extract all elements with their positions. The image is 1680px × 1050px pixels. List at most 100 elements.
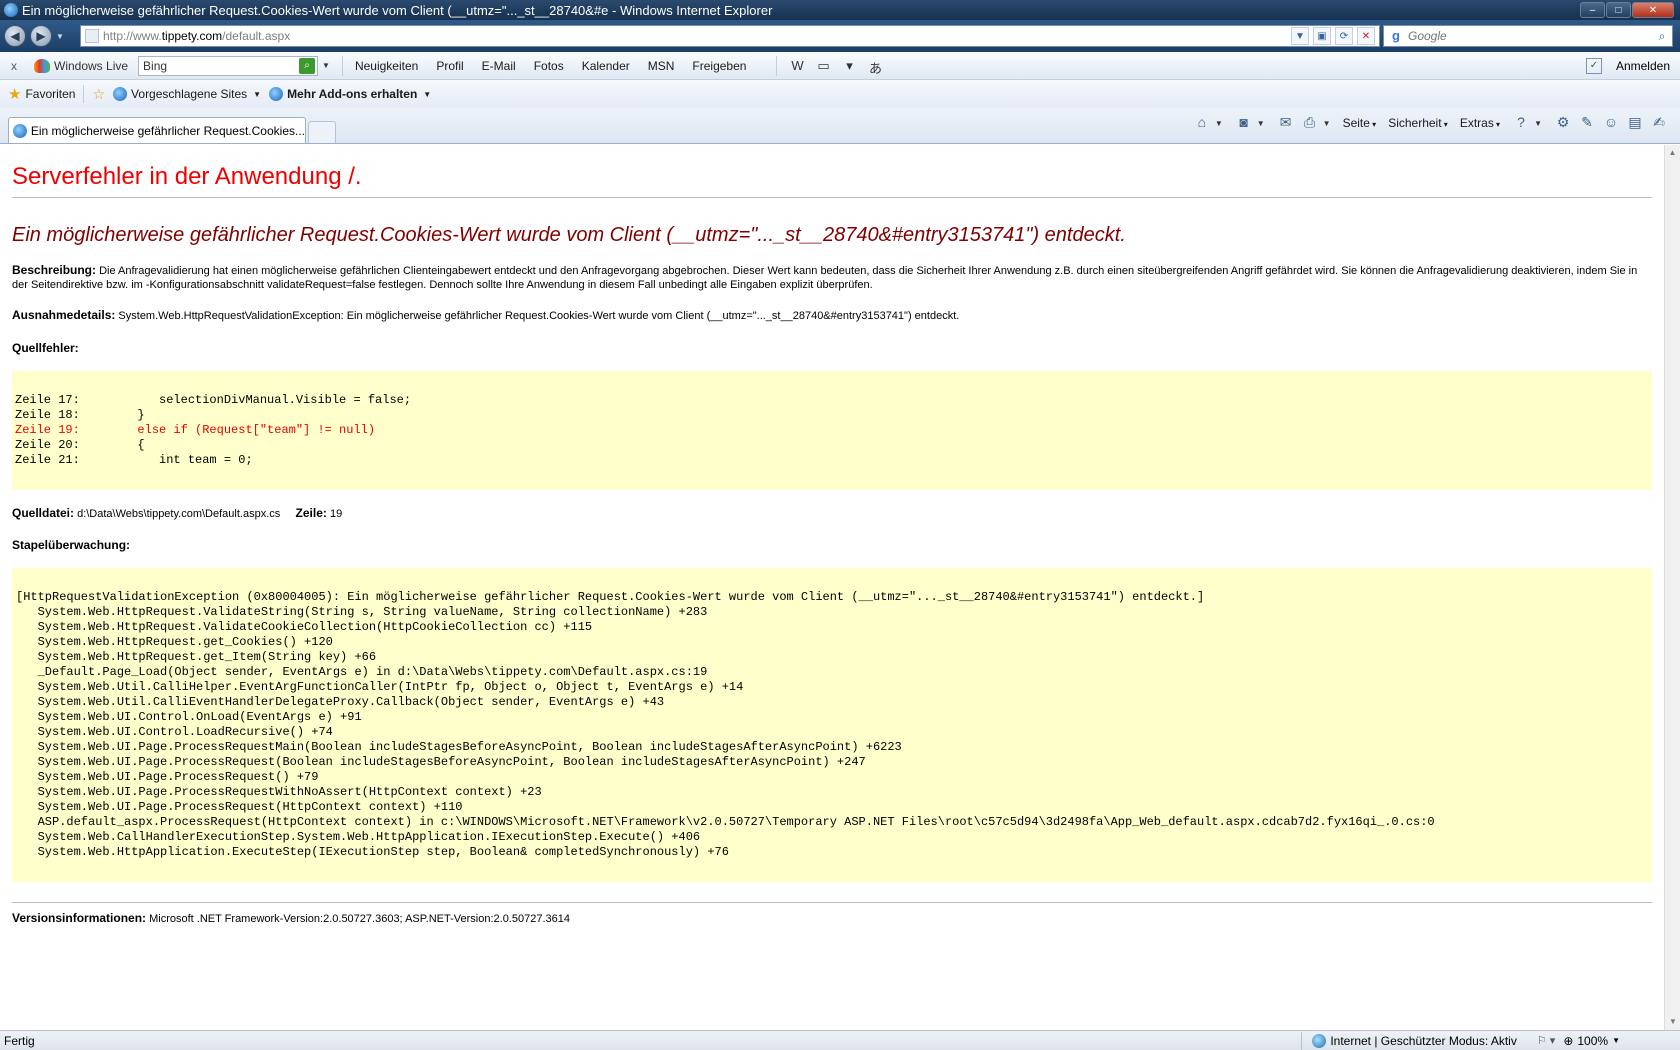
source-line: Zeile 20: { [15,438,145,452]
vertical-scrollbar[interactable]: ▲ ▼ [1664,145,1680,1030]
line-number: 19 [329,508,343,520]
live-link-neuigkeiten[interactable]: Neuigkeiten [355,59,418,73]
windows-live-logo-icon [34,58,50,73]
live-link-freigeben[interactable]: Freigeben [692,59,746,73]
minimize-button[interactable]: – [1580,2,1605,18]
search-input[interactable] [1408,29,1652,43]
toolbar-separator [341,55,343,76]
favorites-bar: ★ Favoriten ☆ Vorgeschlagene Sites ▼ Meh… [0,80,1680,108]
stack-trace-block: [HttpRequestValidationException (0x80004… [12,568,1652,882]
favorites-separator [83,85,85,103]
windows-live-brand[interactable]: Windows Live [34,58,129,73]
feeds-dropdown-icon[interactable]: ▼ [1257,119,1265,128]
security-zone-label: Internet | Geschützter Modus: Aktiv [1330,1033,1517,1048]
onenote-icon[interactable]: ▤ [1626,114,1644,132]
settings-gear-icon[interactable]: ⚙ [1554,114,1572,132]
bing-dropdown-icon[interactable]: ▼ [322,61,330,70]
dropdown-icon[interactable]: ▾ [841,58,857,74]
windows-live-toolbar: x Windows Live Bing ⌕ ▼ Neuigkeiten Prof… [0,52,1680,80]
calendar-icon[interactable]: ▭ [815,58,831,74]
version-divider [12,902,1652,903]
addons-page-icon [269,87,284,101]
live-link-msn[interactable]: MSN [648,59,675,73]
status-bar: Fertig Internet | Geschützter Modus: Akt… [0,1030,1680,1050]
google-icon: g [1392,28,1400,43]
chevron-down-icon: ▼ [253,89,262,99]
window-titlebar: Ein möglicherweise gefährlicher Request.… [0,0,1680,20]
history-dropdown-icon[interactable]: ▼ [56,32,64,41]
print-dropdown-icon[interactable]: ▼ [1323,119,1331,128]
protected-mode-icon[interactable]: ⚐ ▾ [1537,1034,1555,1047]
favorites-button[interactable]: ★ Favoriten [8,85,75,103]
star-icon: ★ [8,86,22,103]
ie-logo-icon [4,3,18,17]
close-window-button[interactable]: ✕ [1632,2,1674,18]
bing-search-input[interactable]: Bing ⌕ [138,55,319,76]
close-toolbar-icon[interactable]: x [4,59,24,73]
forward-button[interactable]: ▶ [30,25,52,47]
checkmark-icon[interactable]: ✓ [1585,57,1602,74]
bing-search-icon[interactable]: ⌕ [299,57,316,74]
signin-link[interactable]: Anmelden [1616,59,1670,73]
menu-sicherheit[interactable]: Sicherheit [1388,116,1448,130]
print-icon[interactable]: ⎙ [1301,114,1319,132]
home-icon[interactable]: ⌂ [1193,114,1211,132]
description-paragraph: Beschreibung: Die Anfragevalidierung hat… [12,263,1652,292]
address-url[interactable]: http://www.tippety.com/default.aspx [103,29,1291,43]
live-link-fotos[interactable]: Fotos [534,59,564,73]
source-file-label: Quelldatei: [12,506,75,520]
zoom-control[interactable]: ⊕ 100% ▼ [1563,1034,1620,1048]
source-code-block: Zeile 17: selectionDivManual.Visible = f… [12,371,1652,490]
suggested-sites-button[interactable]: Vorgeschlagene Sites ▼ [113,87,261,101]
maximize-button[interactable]: □ [1606,2,1631,18]
url-prefix: http://www. [103,29,162,43]
back-button[interactable]: ◀ [4,25,26,47]
search-icon[interactable]: ⌕ [1652,29,1672,44]
page-icon [85,29,99,43]
menu-extras[interactable]: Extras [1460,116,1500,130]
wikipedia-icon[interactable]: W [789,58,805,74]
page-title: Serverfehler in der Anwendung /. [12,163,1652,198]
refresh-icon[interactable]: ⟳ [1335,27,1353,45]
tab-page-icon [13,123,27,138]
translate-icon[interactable]: あ [867,58,883,76]
description-text: Die Anfragevalidierung hat einen möglich… [12,265,1638,291]
home-dropdown-icon[interactable]: ▼ [1215,119,1223,128]
live-link-kalender[interactable]: Kalender [582,59,630,73]
tab-current[interactable]: Ein möglicherweise gefährlicher Request.… [8,117,306,143]
description-label: Beschreibung: [12,263,97,277]
bing-search-value: Bing [143,58,168,73]
help-dropdown-icon[interactable]: ▼ [1534,119,1542,128]
source-file-paragraph: Quelldatei: d:\Data\Webs\tippety.com\Def… [12,506,1652,520]
scroll-down-icon[interactable]: ▼ [1665,1014,1680,1030]
search-box[interactable]: g ⌕ [1383,25,1673,47]
messenger-icon[interactable]: ☺ [1602,114,1620,132]
source-line: Zeile 18: } [15,408,145,422]
window-title: Ein möglicherweise gefährlicher Request.… [22,2,773,18]
address-bar[interactable]: http://www.tippety.com/default.aspx ▼ ▣ … [80,25,1380,47]
live-link-email[interactable]: E-Mail [482,59,516,73]
addons-button[interactable]: Mehr Add-ons erhalten ▼ [269,87,431,101]
version-text: Microsoft .NET Framework-Version:2.0.507… [149,913,570,925]
add-favorite-icon[interactable]: ☆ [92,86,105,103]
blog-icon[interactable]: ✍ [1650,114,1668,132]
help-icon[interactable]: ? [1512,114,1530,132]
url-path: /default.aspx [222,29,291,43]
live-link-profil[interactable]: Profil [436,59,463,73]
page-content: Serverfehler in der Anwendung /. Ein mög… [0,145,1664,1030]
address-dropdown-icon[interactable]: ▼ [1291,27,1309,45]
new-tab-button[interactable] [308,121,336,143]
stop-icon[interactable]: ✕ [1357,27,1375,45]
menu-seite[interactable]: Seite [1343,116,1377,130]
version-label: Versionsinformationen: [12,911,147,925]
security-zone[interactable]: Internet | Geschützter Modus: Aktiv [1301,1031,1527,1050]
windows-live-label: Windows Live [54,58,129,73]
feeds-icon[interactable]: ◙ [1235,114,1253,132]
mail-icon[interactable]: ✉ [1277,114,1295,132]
compatibility-view-icon[interactable]: ▣ [1313,27,1331,45]
source-file-path: d:\Data\Webs\tippety.com\Default.aspx.cs [77,508,281,520]
exception-label: Ausnahmedetails: [12,308,116,322]
source-line: Zeile 17: selectionDivManual.Visible = f… [15,393,412,407]
research-icon[interactable]: ✎ [1578,114,1596,132]
scroll-up-icon[interactable]: ▲ [1665,145,1680,161]
